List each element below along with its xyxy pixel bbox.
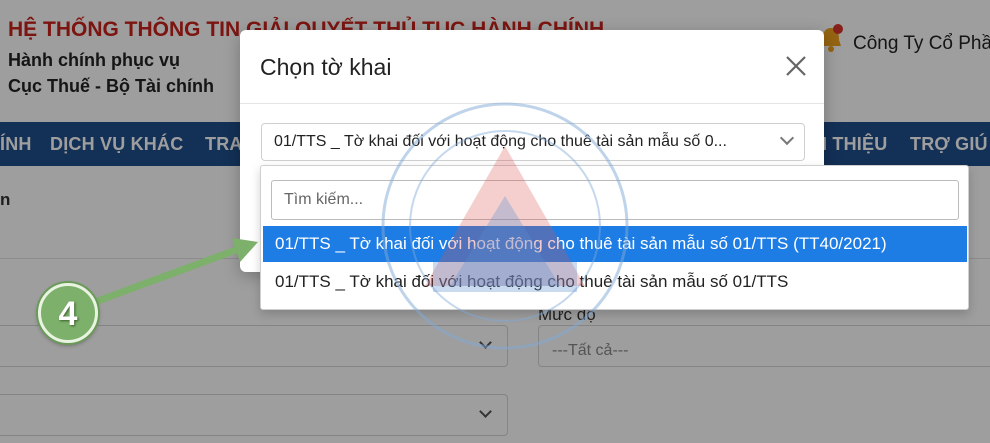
step-number: 4 [58,295,78,333]
step-badge: 4 [38,283,98,343]
to-khai-selected-value: 01/TTS _ Tờ khai đối với hoạt động cho t… [274,133,727,150]
dropdown-option-01-tts[interactable]: 01/TTS _ Tờ khai đối với hoạt động cho t… [263,264,967,300]
modal-title: Chọn tờ khai [260,54,392,80]
dropdown-search-input[interactable] [271,180,959,220]
to-khai-dropdown: 01/TTS _ Tờ khai đối với hoạt động cho t… [260,165,969,310]
dropdown-option-tt40-2021[interactable]: 01/TTS _ Tờ khai đối với hoạt động cho t… [263,226,967,262]
to-khai-select[interactable]: 01/TTS _ Tờ khai đối với hoạt động cho t… [261,123,805,161]
modal-divider [240,103,824,104]
chevron-down-icon [779,130,795,146]
close-icon[interactable] [784,54,808,78]
